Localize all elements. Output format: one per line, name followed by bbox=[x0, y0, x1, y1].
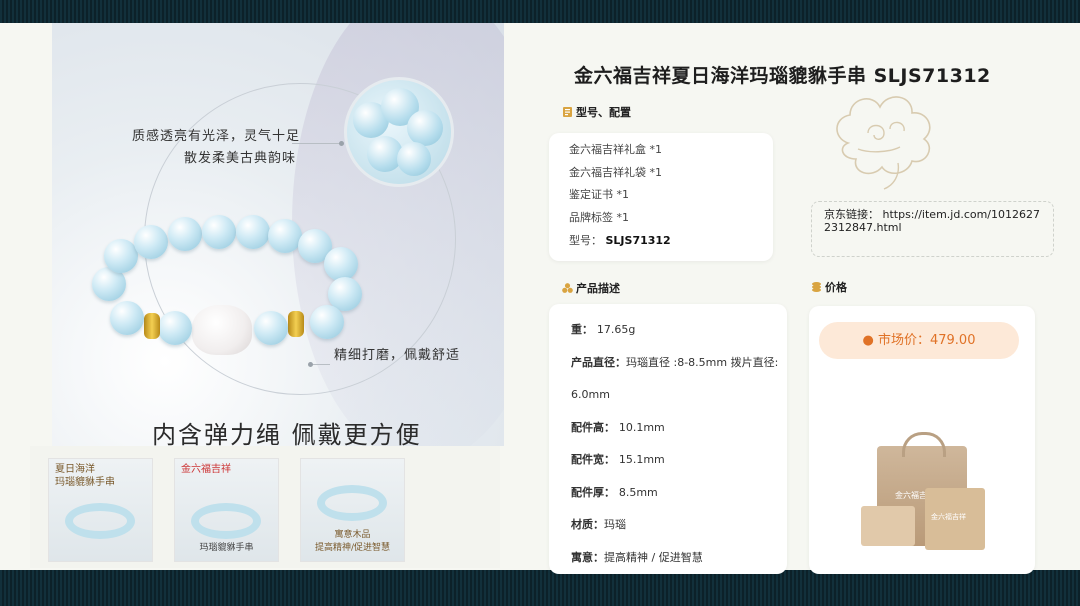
model-value: SLJS71312 bbox=[605, 233, 671, 247]
config-item: 鉴定证书 *1 bbox=[569, 188, 629, 202]
product-slide: 质感透亮有光泽，灵气十足 散发柔美古典韵味 精细打磨，佩戴舒适 内含弹力绳 佩戴… bbox=[0, 23, 1080, 574]
zoom-detail-circle bbox=[344, 77, 454, 187]
bracelet-image bbox=[92, 215, 362, 355]
desc-row: 寓意：提高精神 / 促进智慧 bbox=[571, 550, 703, 564]
description-heading: 产品描述 bbox=[562, 280, 620, 296]
thumbnail-strip: 夏日海洋 玛瑙貔貅手串 金六福吉祥 玛瑙貔貅手串 寓意木品 提高精神/促进智慧 bbox=[30, 446, 500, 568]
bottom-border bbox=[0, 570, 1080, 606]
coins-icon bbox=[562, 283, 573, 293]
gift-box-image: 金六福吉祥 bbox=[925, 488, 985, 550]
top-border bbox=[0, 0, 1080, 23]
callout-top-line1: 质感透亮有光泽，灵气十足 bbox=[132, 129, 301, 144]
config-model-row: 型号： SLJS71312 bbox=[569, 230, 671, 253]
desc-row: 配件高： 10.1mm bbox=[571, 420, 665, 434]
callout-top-line2: 散发柔美古典韵味 bbox=[184, 151, 297, 166]
model-label: 型号： bbox=[569, 233, 602, 247]
market-price-badge: ● 市场价：479.00 bbox=[819, 322, 1019, 359]
desc-row: 配件宽： 15.1mm bbox=[571, 453, 665, 466]
main-product-photo: 质感透亮有光泽，灵气十足 散发柔美古典韵味 精细打磨，佩戴舒适 内含弹力绳 佩戴… bbox=[52, 23, 504, 446]
desc-row: 材质：玛瑙 bbox=[571, 518, 626, 531]
config-heading-label: 型号、配置 bbox=[576, 106, 631, 119]
desc-row: 6.0mm bbox=[571, 388, 610, 401]
desc-row: 配件厚： 8.5mm bbox=[571, 485, 658, 499]
thumbnail-2-text: 玛瑙貔貅手串 bbox=[199, 543, 254, 553]
config-item: 金六福吉祥礼袋 *1 bbox=[569, 165, 662, 179]
config-card: 金六福吉祥礼盒 *1 金六福吉祥礼袋 *1 鉴定证书 *1 品牌标签 *1 型号… bbox=[549, 133, 773, 261]
thumbnail-1[interactable]: 夏日海洋 玛瑙貔貅手串 bbox=[48, 458, 153, 562]
callout-bottom-line bbox=[312, 364, 330, 365]
coin-stack-icon bbox=[812, 282, 821, 292]
price-heading-label: 价格 bbox=[825, 281, 847, 294]
config-item: 金六福吉祥礼盒 *1 bbox=[569, 143, 662, 156]
callout-bottom-dot bbox=[308, 362, 313, 367]
thumbnail-1-text: 夏日海洋 玛瑙貔貅手串 bbox=[55, 464, 115, 488]
price-heading: 价格 bbox=[811, 279, 847, 295]
config-heading: 型号、配置 bbox=[562, 104, 631, 120]
gift-box-small-image bbox=[861, 506, 915, 546]
jd-link-box: 京东链接： https://item.jd.com/10126272312847… bbox=[811, 201, 1054, 257]
desc-row: 重： 17.65g bbox=[571, 323, 636, 336]
photo-caption: 内含弹力绳 佩戴更方便 bbox=[152, 421, 422, 446]
gift-box-logo: 金六福吉祥 bbox=[931, 513, 966, 521]
description-heading-label: 产品描述 bbox=[576, 282, 620, 295]
link-label: 京东链接： bbox=[824, 208, 879, 221]
cloud-ornament-icon bbox=[836, 96, 931, 190]
description-card: 重： 17.65g 产品直径：玛瑙直径 :8-8.5mm 拨片直径: 6.0mm… bbox=[549, 304, 787, 574]
callout-top-line bbox=[292, 143, 342, 144]
callout-top-dot bbox=[339, 141, 344, 146]
document-icon bbox=[563, 107, 572, 117]
callout-bottom: 精细打磨，佩戴舒适 bbox=[334, 348, 461, 363]
thumbnail-2-logo: 金六福吉祥 bbox=[181, 464, 231, 475]
thumbnail-2[interactable]: 金六福吉祥 玛瑙貔貅手串 bbox=[174, 458, 279, 562]
config-item: 品牌标签 *1 bbox=[569, 211, 629, 225]
thumbnail-3-text: 寓意木品 提高精神/促进智慧 bbox=[314, 530, 391, 553]
desc-row: 产品直径：玛瑙直径 :8-8.5mm 拨片直径: bbox=[571, 355, 779, 369]
thumbnail-3[interactable]: 寓意木品 提高精神/促进智慧 bbox=[300, 458, 405, 562]
price-card: ● 市场价：479.00 金六福吉祥 金六福吉祥 bbox=[809, 306, 1035, 574]
